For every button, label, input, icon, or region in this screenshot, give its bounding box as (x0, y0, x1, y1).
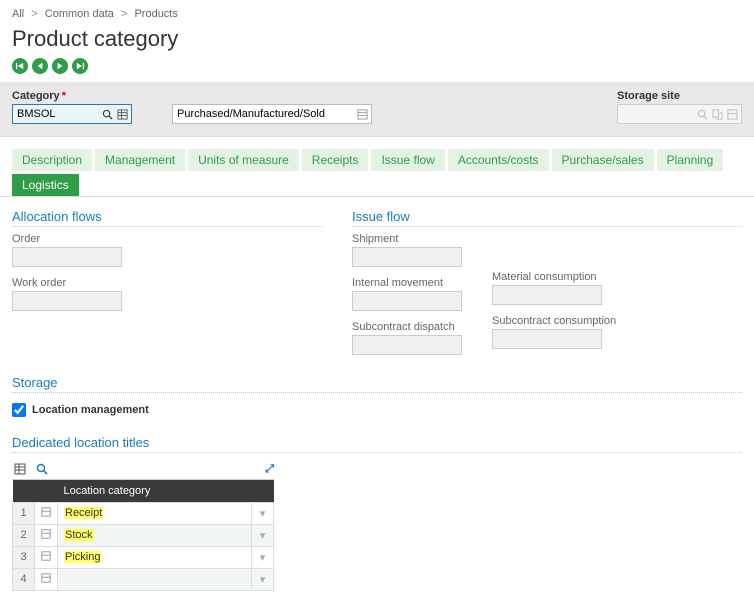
tab-management[interactable]: Management (95, 149, 185, 171)
location-category-cell[interactable] (58, 568, 252, 590)
table-row[interactable]: 2 Stock ▾ (13, 524, 274, 546)
next-record-button[interactable] (52, 58, 68, 74)
table-icon[interactable] (726, 108, 738, 120)
subcontract-consumption-label: Subcontract consumption (492, 315, 616, 327)
location-management-label: Location management (32, 404, 149, 416)
chevron-down-icon[interactable]: ▾ (252, 546, 274, 568)
row-action-icon[interactable] (35, 546, 58, 568)
location-management-checkbox[interactable] (12, 403, 26, 417)
page-title: Product category (0, 24, 754, 56)
row-number: 3 (13, 546, 35, 568)
breadcrumb-common-data[interactable]: Common data (45, 8, 114, 20)
chevron-right-icon: > (121, 8, 127, 20)
tab-planning[interactable]: Planning (657, 149, 724, 171)
tab-logistics[interactable]: Logistics (12, 174, 79, 196)
grid-search-icon[interactable] (34, 461, 50, 477)
breadcrumb: All > Common data > Products (0, 0, 754, 24)
jump-icon[interactable] (711, 108, 723, 120)
subcontract-dispatch-input[interactable] (352, 335, 462, 355)
tab-accounts-costs[interactable]: Accounts/costs (448, 149, 549, 171)
section-allocation-flows: Allocation flows (12, 205, 322, 227)
order-input[interactable] (12, 247, 122, 267)
grid-col-location-category[interactable]: Location category (58, 480, 252, 502)
chevron-down-icon[interactable]: ▾ (252, 568, 274, 590)
storage-site-input[interactable] (618, 105, 693, 123)
row-number: 2 (13, 524, 35, 546)
order-label: Order (12, 233, 322, 245)
grid-table-icon[interactable] (12, 461, 28, 477)
location-category-cell[interactable]: Stock (58, 524, 252, 546)
internal-movement-input[interactable] (352, 291, 462, 311)
storage-site-lookup[interactable] (617, 104, 742, 124)
table-icon[interactable] (116, 108, 128, 120)
storage-site-group: Storage site (617, 90, 742, 124)
search-icon[interactable] (696, 108, 708, 120)
prev-record-button[interactable] (32, 58, 48, 74)
tab-issue-flow[interactable]: Issue flow (371, 149, 444, 171)
category-desc-input[interactable] (173, 105, 353, 123)
tab-units-of-measure[interactable]: Units of measure (188, 149, 299, 171)
chevron-right-icon: > (31, 8, 37, 20)
material-consumption-label: Material consumption (492, 271, 616, 283)
row-number: 4 (13, 568, 35, 590)
category-label: Category* (12, 90, 132, 102)
record-nav (0, 56, 754, 82)
category-filter-group: Category* (12, 90, 132, 124)
subcontract-consumption-input[interactable] (492, 329, 602, 349)
table-icon[interactable] (356, 108, 368, 120)
chevron-down-icon[interactable]: ▾ (252, 524, 274, 546)
location-category-cell[interactable]: Receipt (58, 502, 252, 524)
row-number: 1 (13, 502, 35, 524)
section-issue-flow: Issue flow (352, 205, 742, 227)
tab-content-logistics: Allocation flows Order Work order Issue … (0, 197, 754, 599)
tab-description[interactable]: Description (12, 149, 92, 171)
shipment-input[interactable] (352, 247, 462, 267)
search-icon[interactable] (101, 108, 113, 120)
subcontract-dispatch-label: Subcontract dispatch (352, 321, 462, 333)
shipment-label: Shipment (352, 233, 462, 245)
internal-movement-label: Internal movement (352, 277, 462, 289)
work-order-label: Work order (12, 277, 322, 289)
row-action-icon[interactable] (35, 502, 58, 524)
row-action-icon[interactable] (35, 568, 58, 590)
grid-toolbar: ⤢ (12, 459, 274, 480)
tab-purchase-sales[interactable]: Purchase/sales (552, 149, 654, 171)
category-input[interactable] (13, 105, 98, 123)
last-record-button[interactable] (72, 58, 88, 74)
breadcrumb-products[interactable]: Products (134, 8, 177, 20)
grid-col-action (35, 480, 58, 502)
expand-icon[interactable]: ⤢ (265, 463, 274, 476)
tab-receipts[interactable]: Receipts (302, 149, 369, 171)
category-desc-lookup[interactable] (172, 104, 372, 124)
category-desc-group (172, 90, 372, 124)
location-category-cell[interactable]: Picking (58, 546, 252, 568)
material-consumption-input[interactable] (492, 285, 602, 305)
grid-col-dropdown (252, 480, 274, 502)
section-storage: Storage (12, 371, 742, 393)
table-row[interactable]: 3 Picking ▾ (13, 546, 274, 568)
breadcrumb-all[interactable]: All (12, 8, 24, 20)
tab-bar: Description Management Units of measure … (0, 137, 754, 197)
grid-col-rownum (13, 480, 35, 502)
first-record-button[interactable] (12, 58, 28, 74)
location-grid: Location category 1 Receipt ▾ 2 Stock ▾ … (12, 480, 274, 591)
table-row[interactable]: 4 ▾ (13, 568, 274, 590)
table-row[interactable]: 1 Receipt ▾ (13, 502, 274, 524)
chevron-down-icon[interactable]: ▾ (252, 502, 274, 524)
category-lookup[interactable] (12, 104, 132, 124)
work-order-input[interactable] (12, 291, 122, 311)
storage-site-label: Storage site (617, 90, 742, 102)
filter-bar: Category* Storage site (0, 82, 754, 137)
row-action-icon[interactable] (35, 524, 58, 546)
section-dedicated-locations: Dedicated location titles (12, 431, 742, 453)
